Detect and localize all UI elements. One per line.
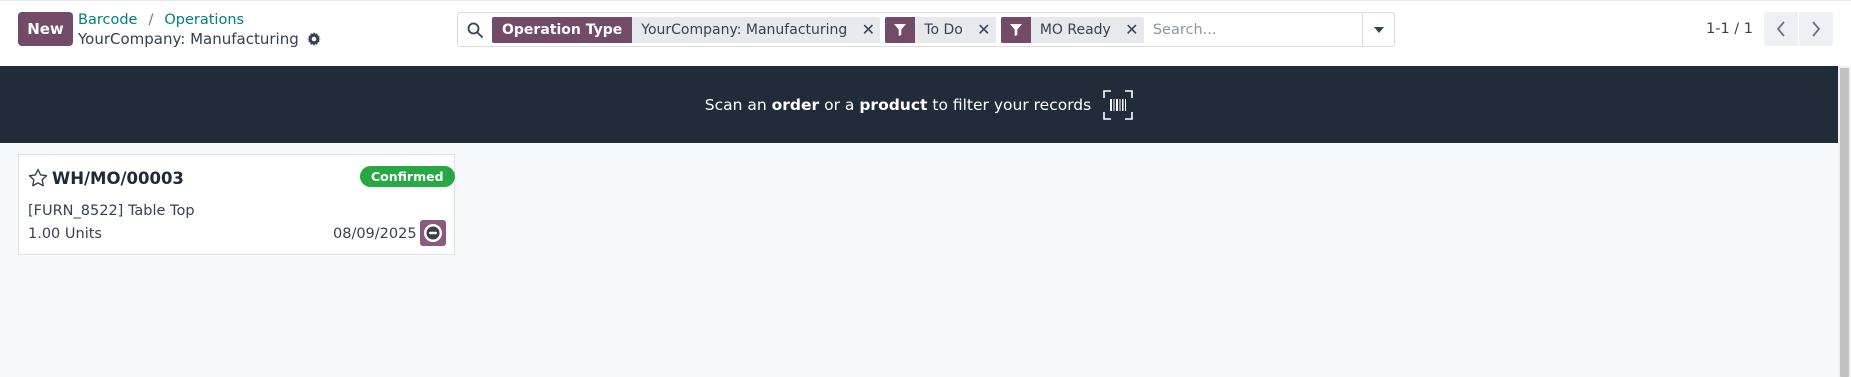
breadcrumb-operations[interactable]: Operations [164, 12, 244, 28]
avatar[interactable] [420, 220, 446, 246]
pager-value[interactable]: 1-1 / 1 [1706, 18, 1753, 40]
page-title-row: YourCompany: Manufacturing [78, 29, 321, 49]
card-quantity: 1.00 Units [28, 226, 102, 242]
facet-label: Operation Type [492, 16, 633, 43]
star-icon[interactable] [28, 168, 48, 188]
pager-previous-button[interactable] [1764, 12, 1798, 46]
search-icon[interactable] [458, 13, 492, 46]
card-product: [FURN_8522] Table Top [28, 203, 195, 219]
facet-value: YourCompany: Manufacturing [632, 16, 857, 43]
page-title: YourCompany: Manufacturing [78, 30, 299, 48]
filter-icon [1000, 16, 1031, 43]
close-icon[interactable]: ✕ [971, 16, 996, 43]
chevron-left-icon [1776, 21, 1785, 37]
chevron-right-icon [1812, 21, 1821, 37]
pager-next-button[interactable] [1799, 12, 1833, 46]
gear-icon[interactable] [306, 32, 321, 46]
close-icon[interactable]: ✕ [1119, 16, 1144, 43]
banner-text-suffix: to filter your records [927, 95, 1092, 114]
facet-value: MO Ready [1030, 16, 1120, 43]
banner-text-middle: or a [819, 95, 860, 114]
breadcrumb-barcode[interactable]: Barcode [78, 12, 137, 28]
search-options-toggle[interactable] [1362, 13, 1394, 46]
control-panel: New Barcode / Operations YourCompany: Ma… [0, 0, 1851, 66]
new-button[interactable]: New [18, 12, 73, 46]
card-date: 08/09/2025 [333, 226, 417, 242]
scrollbar-thumb[interactable] [1840, 68, 1849, 377]
banner-text-order: order [771, 95, 820, 114]
barcode-scan-icon[interactable] [1103, 89, 1134, 120]
status-badge: Confirmed [360, 166, 455, 187]
card-reference: WH/MO/00003 [52, 169, 184, 188]
barcode-scan-banner: Scan an order or a product to filter you… [0, 66, 1838, 143]
facet-mo-ready: MO Ready ✕ [1000, 16, 1144, 43]
breadcrumb-separator: / [148, 12, 154, 28]
search-input[interactable] [1148, 15, 1362, 44]
filter-icon [885, 16, 916, 43]
close-icon[interactable]: ✕ [856, 16, 881, 43]
facet-operation-type: Operation Type YourCompany: Manufacturin… [492, 16, 881, 43]
breadcrumb: Barcode / Operations [78, 10, 244, 30]
kanban-card[interactable]: WH/MO/00003 Confirmed [FURN_8522] Table … [18, 154, 455, 255]
banner-text-prefix: Scan an [704, 95, 772, 114]
search-bar: Operation Type YourCompany: Manufacturin… [457, 12, 1395, 47]
banner-text: Scan an order or a product to filter you… [705, 96, 1091, 114]
kanban-view: WH/MO/00003 Confirmed [FURN_8522] Table … [0, 143, 1838, 377]
caret-down-icon [1373, 26, 1384, 33]
banner-text-product: product [859, 95, 928, 114]
facet-to-do: To Do ✕ [885, 16, 996, 43]
facet-value: To Do [915, 16, 972, 43]
